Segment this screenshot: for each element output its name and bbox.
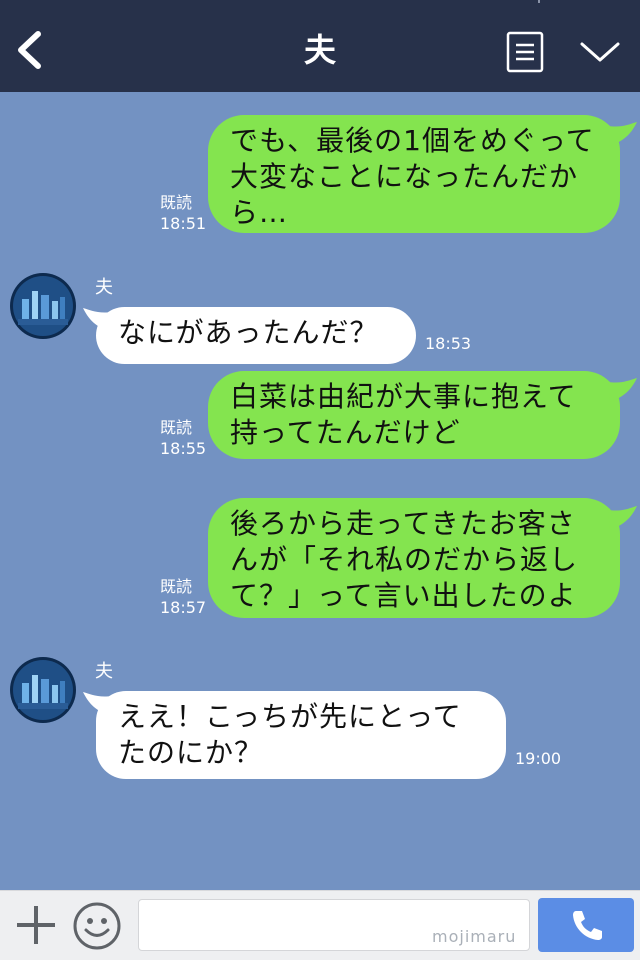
avatar[interactable]	[10, 273, 76, 339]
avatar[interactable]	[10, 657, 76, 723]
plus-icon[interactable]	[14, 903, 58, 947]
page-title: 夫	[303, 31, 336, 69]
smiley-icon[interactable]	[72, 901, 122, 951]
phone-icon	[573, 911, 602, 940]
message-time: 18:53	[425, 334, 472, 353]
chat-area[interactable]: でも、最後の1個をめぐって大変なことになったんだから… 既読 18:51 夫 な…	[0, 92, 640, 890]
watermark: mojimaru	[432, 927, 517, 946]
message-time: 18:55	[160, 439, 207, 458]
outgoing-message[interactable]: でも、最後の1個をめぐって大変なことになったんだから…	[208, 115, 620, 233]
message-time: 18:57	[160, 598, 207, 617]
outgoing-message[interactable]: 後ろから走ってきたお客さんが「それ私のだから返して？」って言い出したのよ	[208, 498, 620, 618]
incoming-message[interactable]: なにがあったんだ？	[96, 307, 416, 364]
sender-name: 夫	[95, 661, 113, 682]
read-receipt: 既読	[160, 418, 193, 437]
note-icon[interactable]	[506, 31, 544, 73]
bubble-tail	[608, 122, 638, 152]
status-indicator	[538, 0, 540, 3]
message-time: 18:51	[160, 214, 207, 233]
read-receipt: 既読	[160, 577, 193, 596]
input-bar: mojimaru	[0, 890, 640, 960]
outgoing-message[interactable]: 白菜は由紀が大事に抱えて持ってたんだけど	[208, 371, 620, 459]
message-time: 19:00	[515, 749, 562, 768]
call-button[interactable]	[538, 898, 634, 952]
bubble-tail	[608, 378, 638, 408]
sender-name: 夫	[95, 277, 113, 298]
read-receipt: 既読	[160, 193, 193, 212]
chevron-down-icon[interactable]	[578, 36, 622, 68]
bubble-tail	[608, 506, 638, 536]
incoming-message[interactable]: ええ！こっちが先にとってたのにか？	[96, 691, 506, 779]
chat-header: 夫	[0, 0, 640, 92]
